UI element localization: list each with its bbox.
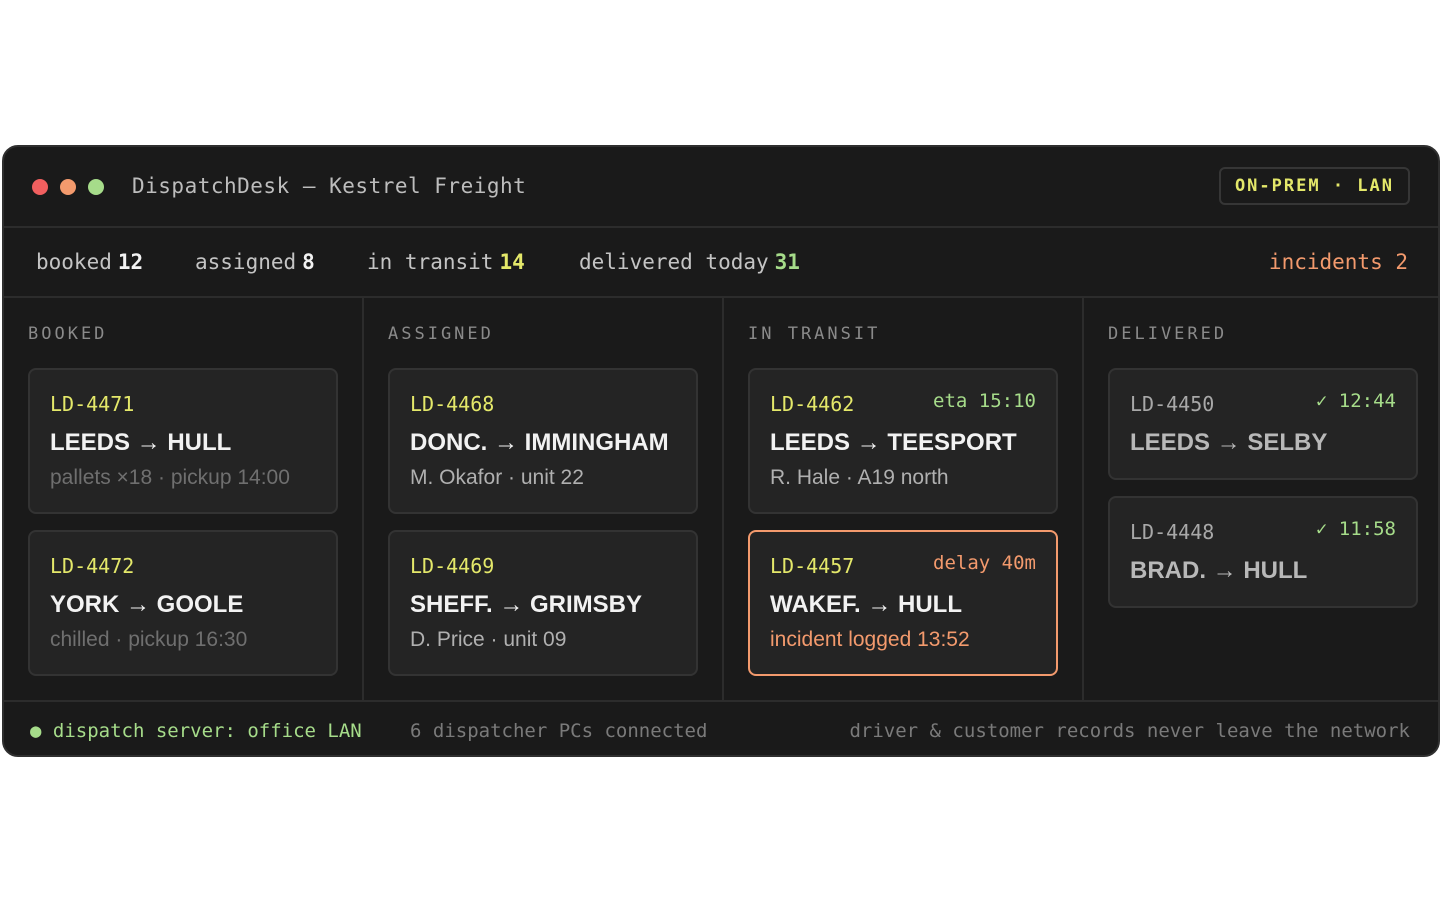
job-card-ld-4472[interactable]: LD-4472 YORK → GOOLE chilled · pickup 16…	[28, 530, 338, 676]
delay-tag: delay 40m	[933, 552, 1036, 574]
stat-booked-value: 12	[117, 250, 144, 274]
job-id: LD-4469	[410, 554, 495, 578]
incident-note: incident logged 13:52	[770, 628, 970, 651]
dispatch-board: BOOKED LD-4471 LEEDS → HULL pallets ×18 …	[4, 298, 1438, 700]
stat-delivered-label: delivered today	[579, 250, 769, 274]
job-details: pallets ×18 · pickup 14:00	[50, 466, 290, 489]
job-details: chilled · pickup 16:30	[50, 628, 248, 651]
column-title: BOOKED	[28, 324, 108, 344]
job-card-ld-4457[interactable]: LD-4457 delay 40m WAKEF. → HULL incident…	[748, 530, 1058, 676]
maximize-window-button[interactable]	[88, 179, 104, 195]
minimize-window-button[interactable]	[60, 179, 76, 195]
job-driver: M. Okafor · unit 22	[410, 466, 584, 489]
job-route: DONC. → IMMINGHAM	[410, 429, 669, 456]
column-booked: BOOKED LD-4471 LEEDS → HULL pallets ×18 …	[4, 298, 362, 700]
stat-assigned: assigned 8	[195, 250, 315, 274]
stat-booked-label: booked	[36, 250, 112, 274]
job-card-ld-4469[interactable]: LD-4469 SHEFF. → GRIMSBY D. Price · unit…	[388, 530, 698, 676]
window-title: DispatchDesk — Kestrel Freight	[132, 174, 527, 198]
title-bar: DispatchDesk — Kestrel Freight ON-PREM ·…	[4, 147, 1438, 228]
stat-booked: booked 12	[36, 250, 143, 274]
job-id: LD-4468	[410, 392, 495, 416]
stat-assigned-label: assigned	[195, 250, 297, 274]
stat-delivered-value: 31	[774, 250, 800, 274]
job-driver: D. Price · unit 09	[410, 628, 567, 651]
column-title: ASSIGNED	[388, 324, 494, 344]
column-assigned: ASSIGNED LD-4468 DONC. → IMMINGHAM M. Ok…	[362, 298, 720, 700]
close-window-button[interactable]	[32, 179, 48, 195]
job-card-ld-4448[interactable]: LD-4448 ✓ 11:58 BRAD. → HULL	[1108, 496, 1418, 608]
job-id: LD-4462	[770, 392, 855, 416]
job-id: LD-4472	[50, 554, 135, 578]
deployment-badge: ON-PREM · LAN	[1218, 167, 1410, 205]
job-route: YORK → GOOLE	[50, 591, 244, 618]
job-route: BRAD. → HULL	[1130, 557, 1308, 584]
stat-delivered: delivered today 31	[579, 250, 800, 274]
delivered-time-tag: ✓ 12:44	[1315, 390, 1396, 412]
column-title: IN TRANSIT	[748, 324, 881, 344]
stat-in-transit-value: 14	[499, 250, 525, 274]
job-card-ld-4471[interactable]: LD-4471 LEEDS → HULL pallets ×18 · picku…	[28, 368, 338, 514]
column-delivered: DELIVERED LD-4450 ✓ 12:44 LEEDS → SELBY …	[1082, 298, 1438, 700]
job-route: LEEDS → SELBY	[1130, 429, 1328, 456]
privacy-note: driver & customer records never leave th…	[849, 720, 1410, 742]
job-driver: R. Hale · A19 north	[770, 466, 949, 489]
job-route: LEEDS → TEESPORT	[770, 429, 1017, 456]
job-route: SHEFF. → GRIMSBY	[410, 591, 643, 618]
stats-bar: booked 12 assigned 8 in transit 14 delivere…	[4, 228, 1438, 298]
eta-tag: eta 15:10	[933, 390, 1036, 412]
job-id: LD-4448	[1130, 520, 1215, 544]
status-footer: ● dispatch server: office LAN 6 dispatch…	[4, 700, 1438, 755]
app-window: DispatchDesk — Kestrel Freight ON-PREM ·…	[2, 145, 1440, 757]
stat-in-transit-label: in transit	[367, 250, 494, 274]
job-route: LEEDS → HULL	[50, 429, 232, 456]
incidents-counter[interactable]: incidents 2	[1269, 250, 1408, 274]
job-card-ld-4468[interactable]: LD-4468 DONC. → IMMINGHAM M. Okafor · un…	[388, 368, 698, 514]
connected-pcs: 6 dispatcher PCs connected	[410, 720, 708, 742]
job-card-ld-4450[interactable]: LD-4450 ✓ 12:44 LEEDS → SELBY	[1108, 368, 1418, 480]
job-card-ld-4462[interactable]: LD-4462 eta 15:10 LEEDS → TEESPORT R. Ha…	[748, 368, 1058, 514]
job-id: LD-4471	[50, 392, 135, 416]
column-in-transit: IN TRANSIT LD-4462 eta 15:10 LEEDS → TEE…	[722, 298, 1080, 700]
column-title: DELIVERED	[1108, 324, 1228, 344]
job-id: LD-4457	[770, 554, 855, 578]
stat-in-transit: in transit 14	[367, 250, 525, 274]
stat-assigned-value: 8	[302, 250, 315, 274]
delivered-time-tag: ✓ 11:58	[1315, 518, 1396, 540]
job-route: WAKEF. → HULL	[770, 591, 962, 618]
job-id: LD-4450	[1130, 392, 1215, 416]
server-status: ● dispatch server: office LAN	[30, 720, 362, 742]
